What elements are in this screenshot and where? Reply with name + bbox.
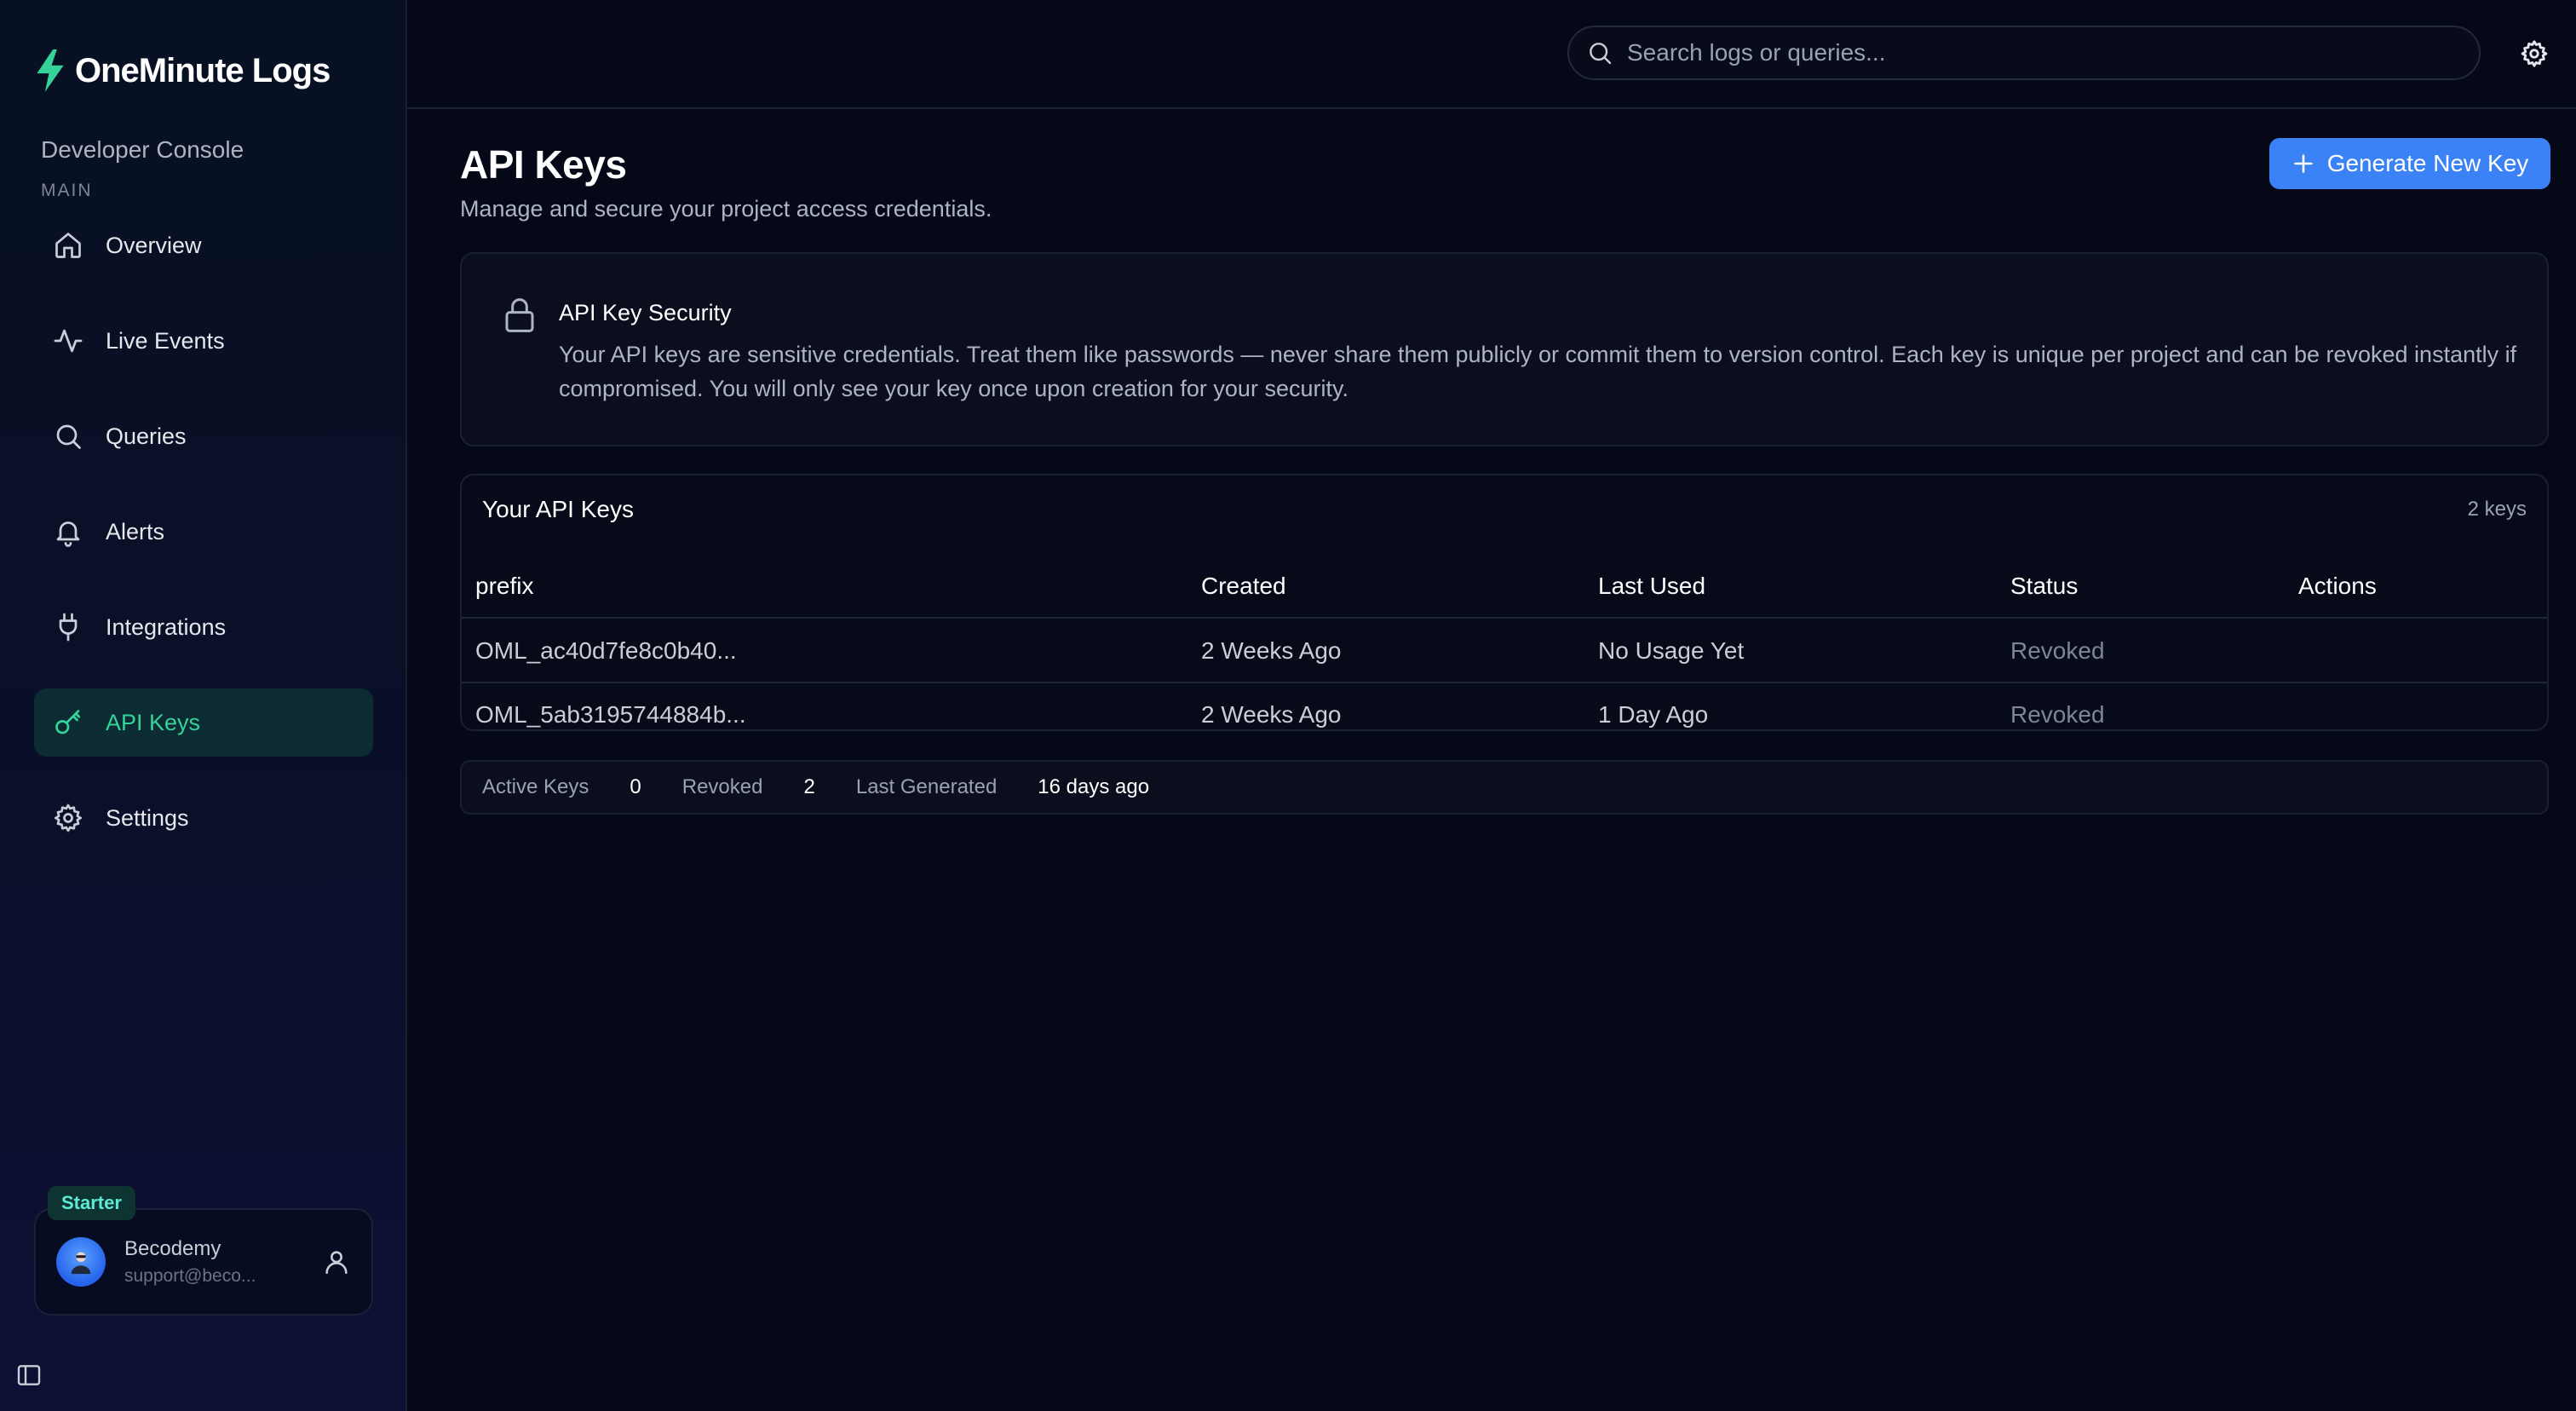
stat-label-revoked: Revoked	[681, 775, 763, 798]
stat-value-revoked: 2	[803, 775, 815, 798]
brand-logo[interactable]: OneMinute Logs	[34, 49, 331, 92]
bolt-icon	[37, 49, 64, 92]
search-icon	[56, 424, 81, 449]
user-card[interactable]: Becodemy support@beco...	[34, 1208, 373, 1316]
sidebar-item-label: Integrations	[106, 613, 227, 640]
keys-title: Your API Keys	[482, 496, 634, 522]
brand-name: OneMinute Logs	[75, 51, 331, 89]
console-title: Developer Console	[41, 136, 244, 163]
stat-value-active-keys: 0	[630, 775, 641, 798]
bell-icon	[56, 521, 80, 547]
key-created: 2 Weeks Ago	[1201, 701, 1342, 728]
column-header: Created	[1201, 573, 1286, 599]
keys-count: 2 keys	[2467, 498, 2527, 521]
column-header: Last Used	[1598, 573, 1706, 599]
sidebar-nav: Overview Live Events Queries Alerts Inte…	[34, 211, 373, 879]
section-label: MAIN	[41, 181, 93, 200]
security-notice: API Key Security Your API keys are sensi…	[460, 252, 2549, 446]
user-avatar-icon	[71, 1252, 91, 1275]
activity-icon	[54, 329, 83, 353]
sidebar-item-label: Overview	[106, 232, 202, 258]
sidebar-item-queries[interactable]: Queries	[34, 402, 373, 470]
sidebar-item-label: Live Events	[106, 327, 225, 354]
search-bar[interactable]	[1567, 26, 2481, 80]
sidebar-item-api-keys[interactable]: API Keys	[34, 688, 373, 757]
stat-label-last-generated: Last Generated	[855, 775, 998, 798]
table-row[interactable]: OML_ac40d7fe8c0b40... 2 Weeks Ago No Usa…	[462, 620, 2547, 683]
generate-new-key-button[interactable]: Generate New Key	[2269, 138, 2550, 189]
key-last-used: No Usage Yet	[1598, 637, 1745, 664]
lock-icon	[505, 298, 534, 332]
page-subtitle: Manage and secure your project access cr…	[460, 196, 992, 222]
page-title: API Keys	[460, 142, 627, 187]
settings-gear-icon[interactable]	[2520, 39, 2549, 68]
key-status: Revoked	[2010, 701, 2105, 728]
table-row[interactable]: OML_5ab3195744884b... 2 Weeks Ago 1 Day …	[462, 683, 2547, 729]
topbar	[407, 0, 2576, 109]
plus-icon	[2294, 154, 2313, 173]
sidebar-item-label: Settings	[106, 804, 189, 831]
sidebar-item-settings[interactable]: Settings	[34, 784, 373, 852]
sidebar: OneMinute Logs Developer Console MAIN Ov…	[0, 0, 407, 1411]
user-email: support@beco...	[124, 1266, 256, 1286]
avatar	[56, 1237, 106, 1287]
sidebar-item-integrations[interactable]: Integrations	[34, 593, 373, 661]
app-root: OneMinute Logs Developer Console MAIN Ov…	[0, 0, 2576, 1411]
column-header: Actions	[2298, 573, 2377, 599]
column-header: Status	[2010, 573, 2079, 599]
plug-icon	[59, 613, 78, 642]
home-icon	[55, 233, 81, 258]
key-created: 2 Weeks Ago	[1201, 637, 1342, 664]
generate-button-label: Generate New Key	[2326, 150, 2529, 176]
api-keys-table: Your API Keys 2 keys prefix Created Last…	[460, 474, 2549, 731]
key-stats-bar: Active Keys 0 Revoked 2 Last Generated 1…	[460, 760, 2549, 815]
security-title: API Key Security	[559, 300, 732, 325]
stat-label-active-keys: Active Keys	[482, 775, 589, 798]
key-prefix: OML_5ab3195744884b...	[475, 701, 746, 728]
stat-value-last-generated: 16 days ago	[1038, 775, 1150, 798]
security-body: Your API keys are sensitive credentials.…	[559, 342, 2517, 401]
sidebar-item-overview[interactable]: Overview	[34, 211, 373, 279]
search-input[interactable]	[1627, 39, 2479, 66]
key-icon	[55, 710, 81, 734]
sidebar-item-label: API Keys	[106, 709, 201, 735]
sidebar-toggle-icon[interactable]	[15, 1362, 43, 1389]
key-status: Revoked	[2010, 637, 2105, 664]
main-content: API Keys Manage and secure your project …	[407, 0, 2576, 1411]
sidebar-item-live-events[interactable]: Live Events	[34, 307, 373, 375]
table-header: prefix Created Last Used Status Actions	[462, 556, 2547, 619]
plan-badge: Starter	[48, 1186, 135, 1220]
user-name: Becodemy	[124, 1237, 221, 1260]
gear-icon	[54, 803, 83, 832]
key-last-used: 1 Day Ago	[1598, 701, 1709, 728]
key-prefix: OML_ac40d7fe8c0b40...	[475, 637, 737, 664]
sidebar-item-label: Alerts	[106, 518, 165, 544]
sidebar-item-label: Queries	[106, 423, 187, 449]
user-info: Becodemy support@beco...	[124, 1237, 322, 1287]
column-header: prefix	[475, 573, 534, 599]
user-icon[interactable]	[322, 1247, 351, 1276]
search-icon	[1590, 43, 1612, 65]
sidebar-item-alerts[interactable]: Alerts	[34, 498, 373, 566]
